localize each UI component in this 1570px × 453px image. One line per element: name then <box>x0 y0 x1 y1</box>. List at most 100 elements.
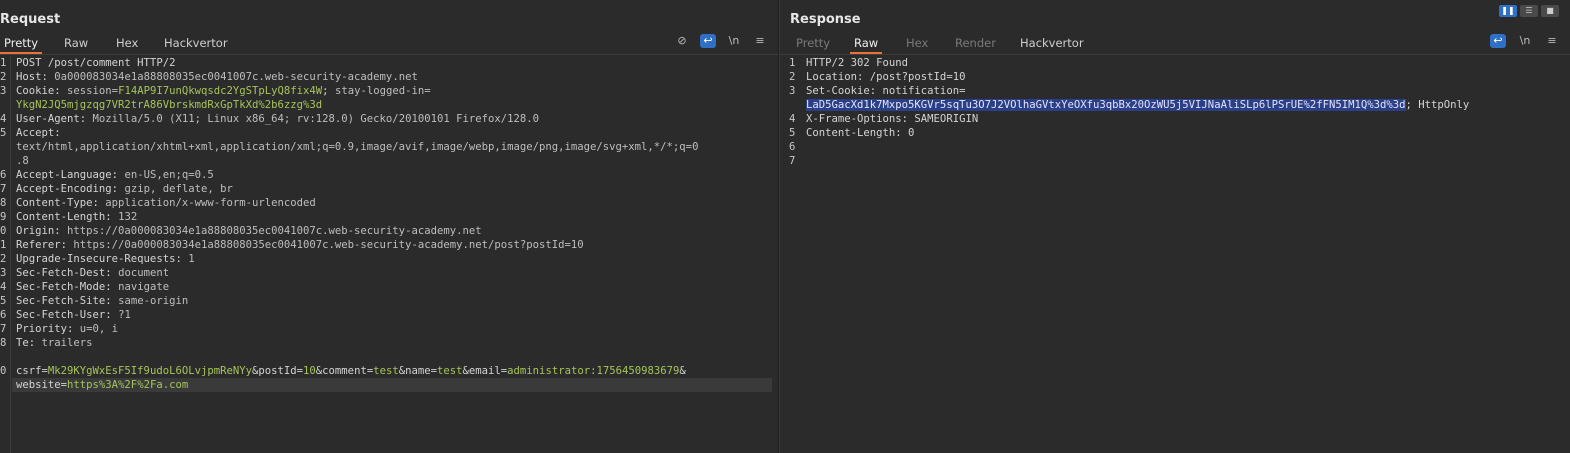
request-line: Accept-Language: en-US,en;q=0.5 <box>16 168 214 182</box>
request-line: Cookie: session=F14AP9I7unQkwqsdc2YgSTpL… <box>16 84 431 98</box>
param-value: Mk29KYgWxEsF5If9udoL6OLvjpmReNYy <box>47 365 252 377</box>
header-name: Origin: <box>16 225 68 237</box>
header-name: Te: <box>16 337 42 349</box>
line-number: 3 <box>0 267 7 279</box>
tab-raw[interactable]: Raw <box>850 36 883 54</box>
header-name: Referer: <box>16 239 74 251</box>
hide-nonprintable-icon[interactable]: ⊘ <box>674 34 690 48</box>
header-name: Sec-Fetch-Site: <box>16 295 119 307</box>
request-line: text/html,application/xhtml+xml,applicat… <box>16 140 698 154</box>
cookie-name: stay-logged-in= <box>334 85 431 97</box>
line-number: 4 <box>789 113 796 125</box>
request-line: Te: trailers <box>16 336 93 350</box>
wrap-lines-icon[interactable]: ↩ <box>1490 34 1506 48</box>
split-horizontal-icon[interactable]: ☰ <box>1520 5 1538 17</box>
line-number: 0 <box>0 225 7 237</box>
newline-icon[interactable]: \n <box>726 34 742 48</box>
header-value: navigate <box>118 281 170 293</box>
line-number: 7 <box>0 183 7 195</box>
menu-icon[interactable]: ≡ <box>1544 34 1560 48</box>
newline-icon[interactable]: \n <box>1517 34 1533 48</box>
request-line: Sec-Fetch-Site: same-origin <box>16 294 188 308</box>
header-name: Sec-Fetch-Dest: <box>16 267 119 279</box>
param-value: https%3A%2F%2Fa.com <box>67 379 189 391</box>
tab-pretty[interactable]: Pretty <box>0 36 43 54</box>
request-body-line-current: website=https%3A%2F%2Fa.com <box>12 378 772 392</box>
tab-hex[interactable]: Hex <box>112 36 142 52</box>
request-line: Sec-Fetch-Dest: document <box>16 266 169 280</box>
header-name: User-Agent: <box>16 113 93 125</box>
response-header: X-Frame-Options: SAMEORIGIN <box>806 113 979 125</box>
request-line: Accept-Encoding: gzip, deflate, br <box>16 182 233 196</box>
request-editor[interactable]: 1 2 3 4 5 6 7 8 9 0 1 2 3 4 5 6 7 8 0 PO… <box>0 56 778 453</box>
request-line: Upgrade-Insecure-Requests: 1 <box>16 252 195 266</box>
header-value: gzip, deflate, br <box>124 183 233 195</box>
param-name: &comment= <box>315 365 374 377</box>
request-line: Sec-Fetch-Mode: navigate <box>16 280 169 294</box>
request-tabs: Pretty Raw Hex Hackvertor ⊘ ↩ \n ≡ <box>0 34 778 55</box>
request-line: YkgN2JQ5mjgzqg7VR2trA86VbrskmdRxGpTkXd%2… <box>16 98 322 112</box>
tab-hackvertor[interactable]: Hackvertor <box>1016 36 1088 52</box>
line-number: 2 <box>0 253 7 265</box>
line-gutter: 1 2 3 4 5 6 7 <box>780 56 802 453</box>
split-vertical-icon[interactable]: ❚❚ <box>1499 5 1517 17</box>
line-gutter: 1 2 3 4 5 6 7 8 9 0 1 2 3 4 5 6 7 8 0 <box>0 56 11 453</box>
line-number: 7 <box>789 155 796 167</box>
header-value: Mozilla/5.0 (X11; Linux x86_64; rv:128.0… <box>92 113 540 125</box>
cookie-value: F14AP9I7unQkwqsdc2YgSTpLyQ8fix4W <box>118 85 323 97</box>
request-title: Request <box>0 12 61 27</box>
request-line: .8 <box>16 154 29 168</box>
header-name: Upgrade-Insecure-Requests: <box>16 253 189 265</box>
param-value: test <box>437 365 463 377</box>
request-line-text: POST /post/comment HTTP/2 <box>16 57 176 69</box>
menu-icon[interactable]: ≡ <box>752 34 768 48</box>
header-value: 132 <box>118 211 138 223</box>
header-name: Accept-Encoding: <box>16 183 125 195</box>
header-value: same-origin <box>118 295 189 307</box>
response-tabs: Pretty Raw Hex Render Hackvertor ↩ \n ≡ <box>780 34 1570 55</box>
param-name: &postId= <box>252 365 304 377</box>
param-name: &email= <box>462 365 508 377</box>
cookie-value: YkgN2JQ5mjgzqg7VR2trA86VbrskmdRxGpTkXd%2… <box>16 99 323 111</box>
line-number: 1 <box>0 57 7 69</box>
tab-raw[interactable]: Raw <box>60 36 92 52</box>
request-line: Priority: u=0, i <box>16 322 118 336</box>
line-number: 6 <box>789 141 796 153</box>
response-editor[interactable]: 1 2 3 4 5 6 7 HTTP/2 302 Found Location:… <box>780 56 1570 453</box>
request-line: Accept: <box>16 126 61 140</box>
single-pane-icon[interactable]: ■ <box>1541 5 1559 17</box>
layout-buttons: ❚❚ ☰ ■ <box>1496 0 1559 17</box>
line-number: 3 <box>789 85 796 97</box>
header-value: document <box>118 267 170 279</box>
tab-pretty[interactable]: Pretty <box>792 36 834 52</box>
request-line: POST /post/comment HTTP/2 <box>16 56 175 70</box>
header-name: Host: <box>16 71 55 83</box>
tab-hackvertor[interactable]: Hackvertor <box>160 36 232 52</box>
line-number: 7 <box>0 323 7 335</box>
tab-hex[interactable]: Hex <box>902 36 932 52</box>
response-header: Set-Cookie: notification= <box>806 85 966 97</box>
param-value: test <box>373 365 399 377</box>
header-value: 0a000083034e1a88808035ec0041007c.web-sec… <box>54 71 418 83</box>
header-value: text/html,application/xhtml+xml,applicat… <box>16 141 699 153</box>
tab-render[interactable]: Render <box>951 36 1000 52</box>
line-number: 9 <box>0 211 7 223</box>
cookie-name: session= <box>67 85 119 97</box>
header-value: en-US,en;q=0.5 <box>124 169 214 181</box>
param-name: csrf= <box>16 365 48 377</box>
line-number: 3 <box>0 85 7 97</box>
header-name: Priority: <box>16 323 80 335</box>
request-line: Host: 0a000083034e1a88808035ec0041007c.w… <box>16 70 418 84</box>
param-separator: & <box>679 365 686 377</box>
cookie-separator: ; <box>322 85 335 97</box>
request-line: Referer: https://0a000083034e1a88808035e… <box>16 238 584 252</box>
header-value: ?1 <box>118 309 131 321</box>
response-title: Response <box>790 12 861 27</box>
header-name: Sec-Fetch-Mode: <box>16 281 119 293</box>
selected-cookie-value[interactable]: LaD5GacXd1k7Mxpo5KGVr5sqTu3O7J2VOlhaGVtx… <box>806 99 1406 111</box>
line-number: 6 <box>0 169 7 181</box>
request-line: Content-Length: 132 <box>16 210 137 224</box>
request-pane: Request Pretty Raw Hex Hackvertor ⊘ ↩ \n… <box>0 0 779 453</box>
wrap-lines-icon[interactable]: ↩ <box>700 34 716 48</box>
header-value: https://0a000083034e1a88808035ec0041007c… <box>73 239 584 251</box>
